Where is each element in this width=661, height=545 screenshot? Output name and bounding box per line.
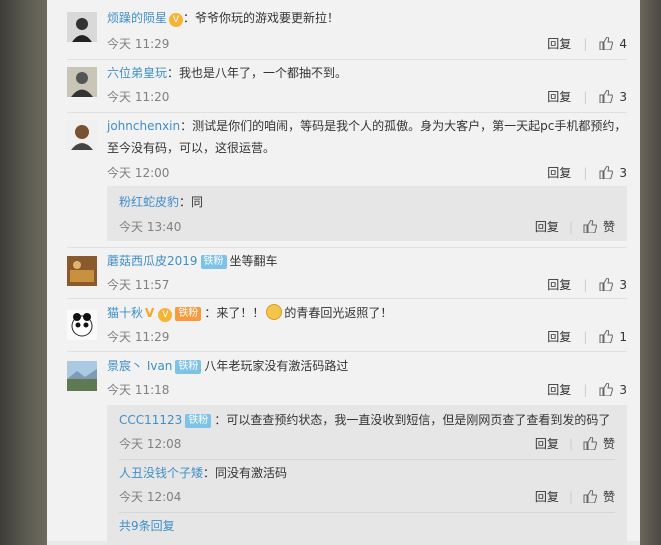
reply-button[interactable]: 回复: [547, 166, 571, 180]
divider: [67, 298, 627, 299]
divider: [67, 351, 627, 352]
thumbs-up-icon: [599, 278, 614, 291]
comment-actions: 回复 | 3: [547, 278, 627, 292]
reply-actions: 回复 | 赞: [534, 490, 615, 504]
thumbs-up-icon: [599, 330, 614, 343]
verified-icon: V: [145, 306, 155, 320]
fan-badge: 铁粉: [175, 360, 202, 374]
thumbs-up-icon: [583, 220, 597, 233]
username[interactable]: 猫十秋: [107, 306, 143, 320]
user-avatar[interactable]: [67, 310, 97, 340]
timestamp: 今天 11:29: [107, 37, 170, 51]
thumbs-up-icon: [599, 37, 614, 50]
timestamp: 今天 11:18: [107, 383, 170, 397]
thumbs-up-icon: [583, 437, 597, 450]
comment-text: ：来了！！: [204, 306, 265, 320]
divider: [119, 512, 615, 513]
reply-button[interactable]: 回复: [547, 278, 571, 292]
timestamp: 今天 11:29: [107, 330, 170, 344]
comment-item: 景宸丶 Ivan 铁粉 八年老玩家没有激活码路过 今天 11:18 回复 | 3 CCC…: [47, 353, 640, 545]
fan-badge: 铁粉: [175, 307, 202, 321]
comment-item: 蘑菇西瓜皮2019 铁粉 坐等翻车 今天 11:57 回复 | 3: [47, 248, 640, 300]
timestamp: 今天 11:57: [107, 278, 170, 292]
fan-badge: 铁粉: [200, 255, 227, 269]
reply-text: ：可以查查预约状态，我一直没收到短信，但是刚网页查了查看到发的码了: [214, 413, 611, 427]
like-button[interactable]: 赞: [583, 220, 615, 234]
comment-actions: 回复 | 3: [547, 90, 627, 104]
comment-text: ：测试是你们的咱闹，等码是我个人的孤傲。身为大客户，第一天起pc手机都预约，: [180, 119, 627, 133]
comment-text-continued: 的青春回光返照了！: [284, 306, 393, 320]
username[interactable]: 六位弟皇玩: [107, 66, 167, 80]
timestamp: 今天 12:04: [119, 490, 182, 504]
like-button[interactable]: 4: [599, 37, 627, 51]
reply-box: 粉红蛇皮豹：同 今天 13:40 回复 | 赞: [107, 186, 627, 241]
comment-item: 猫十秋 V V 铁粉 ：来了！！ 的青春回光返照了！ 今天 11:29 回复 | 1: [47, 300, 640, 352]
username[interactable]: 烦躁的陨星: [107, 11, 167, 25]
reply-button[interactable]: 回复: [535, 437, 559, 451]
view-more-replies-link[interactable]: 共9条回复: [119, 516, 175, 536]
timestamp: 今天 11:20: [107, 90, 170, 104]
username[interactable]: 人丑没钱个子矮: [119, 466, 203, 480]
like-button[interactable]: 赞: [583, 490, 615, 504]
emoji-icon: [266, 304, 283, 320]
comment-text-continued: 至今没有码，可以，这很运营。: [107, 141, 276, 155]
comment-text: ：我也是八年了，一个都抽不到。: [167, 66, 348, 80]
like-button[interactable]: 3: [599, 278, 627, 292]
timestamp: 今天 12:00: [107, 166, 170, 180]
reply-button[interactable]: 回复: [547, 330, 571, 344]
reply-button[interactable]: 回复: [547, 90, 571, 104]
fan-badge: 铁粉: [185, 414, 212, 428]
like-button[interactable]: 3: [599, 166, 627, 180]
reply-box: CCC11123 铁粉 ：可以查查预约状态，我一直没收到短信，但是刚网页查了查看到发…: [107, 405, 627, 545]
reply-button[interactable]: 回复: [547, 383, 571, 397]
comment-actions: 回复 | 3: [547, 166, 627, 180]
reply-actions: 回复 | 赞: [534, 220, 615, 234]
username[interactable]: 景宸丶 Ivan: [107, 359, 172, 373]
username[interactable]: 蘑菇西瓜皮2019: [107, 254, 198, 268]
reply-actions: 回复 | 赞: [534, 437, 615, 451]
comment-text: 八年老玩家没有激活码路过: [204, 359, 349, 373]
comment-text: 坐等翻车: [229, 254, 278, 268]
user-avatar[interactable]: [67, 12, 97, 42]
timestamp: 今天 13:40: [119, 220, 182, 234]
reply-button[interactable]: 回复: [535, 490, 559, 504]
user-avatar[interactable]: [67, 67, 97, 97]
comment-item: johnchenxin：测试是你们的咱闹，等码是我个人的孤傲。身为大客户，第一天…: [47, 113, 640, 248]
thumbs-up-icon: [599, 383, 614, 396]
username[interactable]: CCC11123: [119, 413, 182, 427]
user-avatar[interactable]: [67, 256, 97, 286]
user-avatar[interactable]: [67, 361, 97, 391]
like-button[interactable]: 赞: [583, 437, 615, 451]
like-button[interactable]: 3: [599, 383, 627, 397]
comment-text: ：爷爷你玩的游戏要更新拉！: [183, 11, 340, 25]
comment-item: 烦躁的陨星 V ：爷爷你玩的游戏要更新拉！ 今天 11:29 回复 | 4: [47, 0, 640, 60]
like-button[interactable]: 3: [599, 90, 627, 104]
like-button[interactable]: 1: [599, 330, 627, 344]
reply-text: ：同没有激活码: [203, 466, 288, 480]
comment-item: 六位弟皇玩：我也是八年了，一个都抽不到。 今天 11:20 回复 | 3: [47, 60, 640, 113]
vip-icon: V: [158, 308, 173, 322]
vip-icon: V: [169, 13, 184, 27]
username[interactable]: johnchenxin: [107, 119, 180, 133]
reply-button[interactable]: 回复: [547, 37, 571, 51]
thumbs-up-icon: [583, 490, 597, 503]
comment-panel: 烦躁的陨星 V ：爷爷你玩的游戏要更新拉！ 今天 11:29 回复 | 4 六位弟皇玩：…: [47, 0, 640, 545]
timestamp: 今天 12:08: [119, 437, 182, 451]
divider: [119, 459, 615, 460]
reply-button[interactable]: 回复: [535, 220, 559, 234]
thumbs-up-icon: [599, 166, 614, 179]
user-avatar[interactable]: [67, 120, 97, 150]
username[interactable]: 粉红蛇皮豹: [119, 195, 179, 209]
comment-actions: 回复 | 4: [547, 37, 627, 51]
comment-actions: 回复 | 1: [547, 330, 627, 344]
comment-actions: 回复 | 3: [547, 383, 627, 397]
reply-text: ：同: [179, 195, 204, 209]
thumbs-up-icon: [599, 90, 614, 103]
